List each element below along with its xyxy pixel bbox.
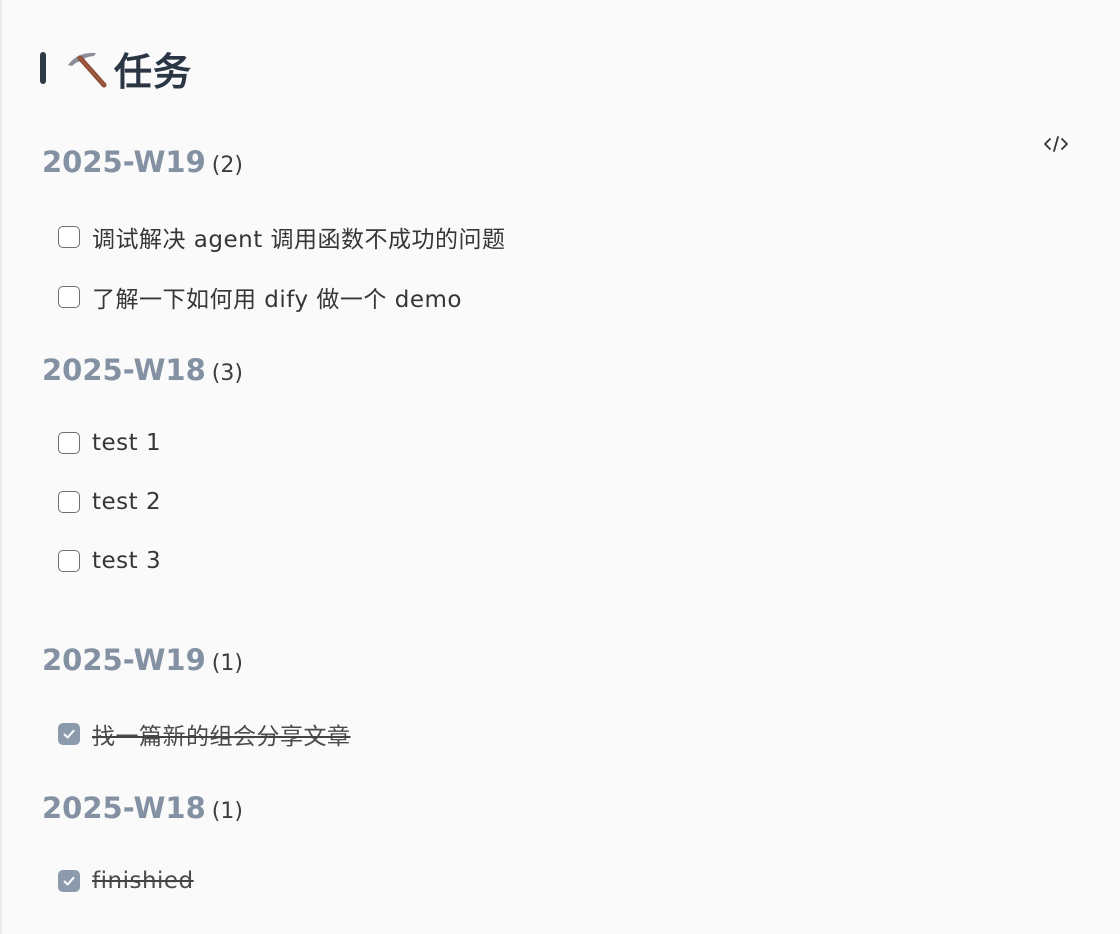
group-count: (2)	[211, 153, 243, 178]
task-checkbox[interactable]	[58, 226, 80, 248]
task-checkbox[interactable]	[58, 550, 80, 572]
group-count: (1)	[211, 651, 243, 676]
task-text: finishied	[92, 868, 194, 894]
pick-icon	[68, 52, 107, 88]
group-week-label: 2025-W18	[42, 353, 206, 387]
group-heading: 2025-W18 (1)	[42, 791, 243, 825]
task-text: 调试解决 agent 调用函数不成功的问题	[92, 227, 506, 253]
task-checkbox[interactable]	[58, 491, 80, 513]
group-count: (3)	[211, 361, 243, 386]
title-accent-bar	[40, 52, 46, 84]
task-item: test 1	[58, 426, 161, 460]
task-checkbox-checked[interactable]	[58, 723, 80, 745]
checkmark-icon	[63, 729, 75, 739]
group-heading: 2025-W19 (2)	[42, 145, 243, 179]
task-text: 了解一下如何用 dify 做一个 demo	[92, 287, 462, 313]
group-heading: 2025-W19 (1)	[42, 643, 243, 677]
group-count: (1)	[211, 799, 243, 824]
code-view-button[interactable]	[1038, 130, 1074, 158]
checkmark-icon	[63, 876, 75, 886]
group-week-label: 2025-W18	[42, 791, 206, 825]
page-title-text: 任务	[114, 49, 193, 94]
task-text: test 1	[92, 430, 162, 456]
task-item: test 3	[58, 544, 161, 578]
task-text: test 2	[92, 489, 162, 515]
group-heading: 2025-W18 (3)	[42, 353, 243, 387]
task-item: test 2	[58, 485, 161, 519]
task-item: 了解一下如何用 dify 做一个 demo	[58, 280, 462, 314]
task-text: test 3	[92, 548, 162, 574]
task-item-done: finishied	[58, 864, 194, 898]
group-week-label: 2025-W19	[42, 643, 206, 677]
group-week-label: 2025-W19	[42, 145, 206, 179]
task-checkbox-checked[interactable]	[58, 870, 80, 892]
task-item: 调试解决 agent 调用函数不成功的问题	[58, 220, 506, 254]
task-text: 找一篇新的组会分享文章	[92, 724, 351, 750]
code-icon	[1044, 136, 1068, 152]
page-title: 任务	[40, 42, 192, 94]
task-item-done: 找一篇新的组会分享文章	[58, 717, 351, 751]
task-checkbox[interactable]	[58, 432, 80, 454]
task-checkbox[interactable]	[58, 286, 80, 308]
